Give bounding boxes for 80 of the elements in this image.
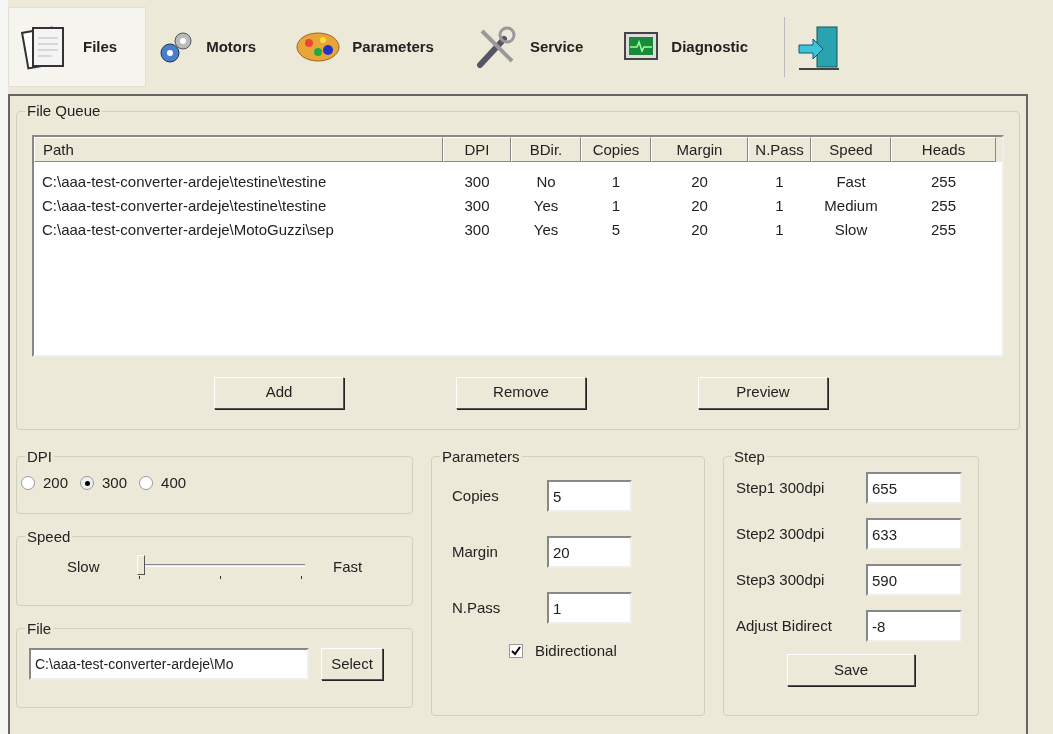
table-cell-text: Slow [833,219,869,240]
queue-button[interactable]: Add [214,376,344,409]
table-cell-text: Medium [823,195,879,216]
save-button[interactable]: Save [787,654,915,686]
table-cell-text: 1 [774,195,785,216]
table-cell-text: 1 [774,219,785,240]
column-header[interactable]: Path [34,136,443,162]
field-label: Margin [452,541,499,562]
column-header[interactable]: Speed [811,136,891,162]
queue-button[interactable]: Remove [456,376,586,409]
table-cell-text: 300 [463,195,491,216]
table-cell-text: 255 [930,219,957,240]
speed-slider[interactable] [137,552,305,582]
column-header[interactable]: BDir. [511,136,581,162]
checkmark-icon [511,646,521,657]
table-cell-text: Fast [835,171,867,192]
group-title: Speed [26,526,72,547]
table-cell-text: 255 [930,195,957,216]
table-cell-text: 5 [610,219,622,240]
group-title: Step [733,446,766,467]
slider-thumb[interactable] [137,555,145,575]
table-cell-text: C:\aaa-test-converter-ardeje\MotoGuzzi\sep [41,219,335,240]
radio-button[interactable] [21,476,35,491]
toolbar-tab[interactable]: Service [461,7,612,87]
table-cell-text: 300 [463,171,491,192]
exit-door-icon[interactable] [797,23,841,71]
field-label: Copies [452,485,500,506]
step-field[interactable]: -8 [866,610,962,642]
toolbar-tab[interactable]: Files [8,7,147,87]
table-cell-text: 20 [690,195,709,216]
field-label: Step1 300dpi [736,477,825,498]
table-cell-text: 1 [774,171,785,192]
radio-label: 400 [161,473,187,493]
column-header[interactable]: Heads [891,136,996,162]
slider-min-label: Slow [67,556,101,577]
column-header[interactable]: DPI [443,136,511,162]
field-label: Step2 300dpi [736,523,825,544]
file-path-field[interactable]: C:\aaa-test-converter-ardeje\Mo [29,648,309,680]
select-button[interactable]: Select [321,648,383,680]
column-header[interactable]: N.Pass [748,136,811,162]
parameter-field[interactable]: 20 [547,536,632,568]
radio-label: 300 [102,473,128,493]
step-field[interactable]: 655 [866,472,962,504]
table-cell-text: C:\aaa-test-converter-ardeje\testine\testine [41,171,328,192]
radio-button[interactable] [80,476,95,491]
table-cell-text: C:\aaa-test-converter-ardeje\testine\testine [41,195,328,216]
table-cell-text: 20 [690,219,709,240]
field-label: N.Pass [452,597,502,618]
table-cell-text: Yes [532,219,560,240]
table-cell-text: Yes [532,195,560,216]
field-label: Adjust Bidirect [736,615,832,636]
group-title: File Queue [26,101,102,121]
column-header[interactable]: Copies [581,136,651,162]
table-cell-text: 255 [930,171,957,192]
field-label: Step3 300dpi [736,569,825,590]
radio-button[interactable] [139,476,154,491]
queue-button[interactable]: Preview [698,376,828,409]
slider-max-label: Fast [333,556,363,577]
group-title: Parameters [441,446,521,467]
checkbox[interactable] [509,644,523,659]
toolbar-tab[interactable]: Diagnostic [611,7,776,87]
table-cell-text: 20 [690,171,709,192]
table-cell-text: 1 [610,171,622,192]
table-cell-text: 300 [463,219,491,240]
radio-label: 200 [43,473,69,493]
column-header[interactable]: Margin [651,136,748,162]
checkbox-label: Bidirectional [535,641,617,661]
table-cell-text: No [535,171,557,192]
gears-icon [158,29,195,65]
parameter-field[interactable]: 1 [547,592,632,624]
palette-icon [296,30,341,64]
monitor-icon [623,31,660,63]
group-title: File [26,618,53,639]
step-field[interactable]: 633 [866,518,962,550]
parameter-field[interactable]: 5 [547,480,632,512]
step-field[interactable]: 590 [866,564,962,596]
group-title: DPI [26,446,53,467]
toolbar-tab[interactable]: Motors [146,7,285,87]
table-cell-text: 1 [610,195,622,216]
toolbar-tab[interactable]: Parameters [284,7,462,87]
